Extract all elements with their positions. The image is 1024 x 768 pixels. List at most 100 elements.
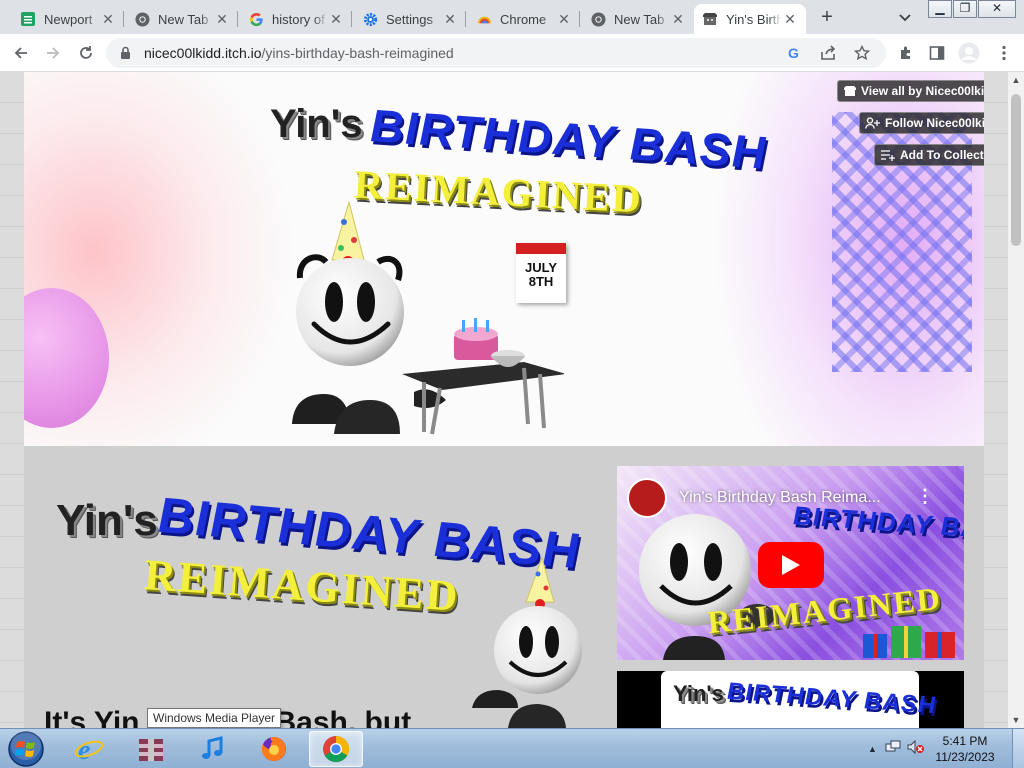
chrome-icon (590, 11, 606, 27)
windows-logo-icon (8, 730, 44, 767)
tab-google-search[interactable]: history of ✕ (240, 4, 352, 34)
internet-explorer-icon[interactable]: e (62, 731, 116, 767)
store-icon (843, 85, 857, 97)
scrollbar-thumb[interactable] (1011, 94, 1021, 246)
tab-new-tab[interactable]: New Tab ✕ (126, 4, 238, 34)
youtube-embed[interactable]: BIRTHDAY BASH REIMAGINED Yin's Birthday … (617, 466, 964, 660)
reload-button[interactable] (73, 41, 99, 65)
close-icon[interactable]: ✕ (556, 11, 572, 27)
shot2-yins: Yin's (673, 681, 724, 706)
tab-search-button[interactable] (893, 6, 917, 30)
tab-strip: Newport ✕ New Tab ✕ history of ✕ Setting… (0, 0, 1024, 34)
chrome-web-store-icon (476, 11, 492, 27)
url-path: /yins-birthday-bash-reimagined (261, 45, 454, 61)
scroll-up-arrow-icon[interactable]: ▲ (1008, 72, 1024, 88)
video-title[interactable]: Yin's Birthday Bash Reima... (679, 489, 881, 507)
tab-settings[interactable]: Settings ✕ (354, 4, 466, 34)
play-icon (782, 555, 800, 575)
close-icon[interactable]: ✕ (782, 11, 798, 27)
youtube-play-button[interactable] (758, 542, 824, 588)
close-icon[interactable]: ✕ (670, 11, 686, 27)
view-all-by-author-button[interactable]: View all by Nicec00lkidd (837, 80, 984, 102)
sheets-icon (20, 11, 36, 27)
tab-title: Chrome (500, 11, 547, 27)
taskbar-tooltip: Windows Media Player (147, 708, 282, 728)
tab-separator (237, 11, 238, 27)
clock-time: 5:41 PM (942, 734, 988, 748)
url-host: nicec00lkidd.itch.io (144, 45, 262, 61)
profile-avatar[interactable] (958, 42, 980, 64)
itch-game-page: Yin's BIRTHDAY BASH REIMAGINED JULY 8TH … (24, 72, 984, 728)
forward-button[interactable] (40, 41, 66, 65)
start-button[interactable] (6, 730, 46, 768)
share-icon[interactable] (820, 38, 838, 68)
side-panel-icon[interactable] (927, 43, 947, 63)
calendar-decoration: JULY 8TH (516, 243, 566, 303)
headline-start: It's Yin (44, 706, 140, 728)
page-scrollbar[interactable]: ▲ ▼ (1008, 72, 1024, 728)
tab-title: history of (272, 11, 325, 27)
system-tray: ▲ (868, 729, 925, 768)
tab-title: Newport (44, 11, 93, 27)
user-plus-icon (865, 117, 881, 129)
minimize-button[interactable]: ▁ (928, 0, 952, 18)
tab-separator (123, 11, 124, 27)
show-desktop-button[interactable] (1012, 729, 1024, 768)
close-icon[interactable]: ✕ (442, 11, 458, 27)
svg-text:G: G (788, 45, 799, 61)
game-logo-yins: Yin's (56, 496, 158, 545)
tab-new-tab-2[interactable]: New Tab ✕ (582, 4, 694, 34)
tab-title: New Tab (158, 11, 209, 27)
google-lens-icon[interactable]: G (786, 38, 802, 68)
reload-icon (80, 46, 92, 59)
svg-text:e: e (78, 735, 90, 764)
google-icon (248, 11, 264, 27)
clock-date: 11/23/2023 (935, 750, 995, 764)
calendar-month: JULY (524, 260, 558, 275)
close-window-button[interactable]: ✕ (978, 0, 1016, 18)
volume-muted-icon[interactable] (907, 739, 925, 760)
more-vert-icon[interactable]: ⋮ (916, 486, 934, 507)
back-button[interactable] (8, 41, 34, 65)
tab-separator (579, 11, 580, 27)
tab-chrome-web-store[interactable]: Chrome ✕ (468, 4, 580, 34)
lock-icon[interactable] (120, 46, 134, 60)
extensions-icon[interactable] (896, 43, 916, 63)
view-all-label: View all by Nicec00lkidd (861, 84, 984, 98)
address-bar[interactable]: nicec00lkidd.itch.io/yins-birthday-bash-… (106, 38, 886, 68)
restore-button[interactable]: ❐ (953, 0, 977, 18)
game-banner: Yin's BIRTHDAY BASH REIMAGINED JULY 8TH … (24, 72, 984, 446)
chevron-down-icon (899, 14, 911, 22)
system-clock[interactable]: 5:41 PM 11/23/2023 (930, 733, 1000, 765)
tab-separator (351, 11, 352, 27)
itunes-icon[interactable] (185, 731, 239, 767)
tray-expand-icon[interactable]: ▲ (868, 744, 877, 754)
banner-logo-yins: Yin's (270, 102, 363, 146)
balloon-decoration (24, 288, 109, 428)
scroll-down-arrow-icon[interactable]: ▼ (1008, 712, 1024, 728)
follow-author-button[interactable]: Follow Nicec00lkidd (859, 112, 984, 134)
chrome-icon[interactable] (309, 731, 363, 767)
calendar-day: 8TH (528, 274, 554, 289)
kebab-menu-icon[interactable] (994, 43, 1014, 63)
add-to-collection-label: Add To Collection (900, 148, 984, 162)
add-to-collection-button[interactable]: Add To Collection (874, 144, 984, 166)
bookmark-star-icon[interactable] (854, 38, 870, 68)
follow-label: Follow Nicec00lkidd (885, 116, 984, 130)
browser-toolbar: nicec00lkidd.itch.io/yins-birthday-bash-… (0, 34, 1024, 72)
archive-icon[interactable] (124, 731, 178, 767)
close-icon[interactable]: ✕ (100, 11, 116, 27)
network-icon[interactable] (885, 739, 901, 760)
game-screenshot-2[interactable]: Yin's BIRTHDAY BASH (617, 671, 964, 728)
playlist-add-icon (880, 149, 896, 161)
new-tab-button[interactable]: + (814, 6, 840, 30)
tab-yins-birthday-bash[interactable]: Yin's Birth ✕ (694, 4, 806, 34)
channel-avatar[interactable] (627, 478, 667, 518)
firefox-icon[interactable] (247, 731, 301, 767)
game-description: Yin's BIRTHDAY BASH REIMAGINED (24, 446, 604, 728)
tab-title: Settings (386, 11, 433, 27)
close-icon[interactable]: ✕ (214, 11, 230, 27)
tab-newport[interactable]: Newport ✕ (12, 4, 124, 34)
tab-title: Yin's Birth (726, 11, 782, 27)
close-icon[interactable]: ✕ (328, 11, 344, 27)
